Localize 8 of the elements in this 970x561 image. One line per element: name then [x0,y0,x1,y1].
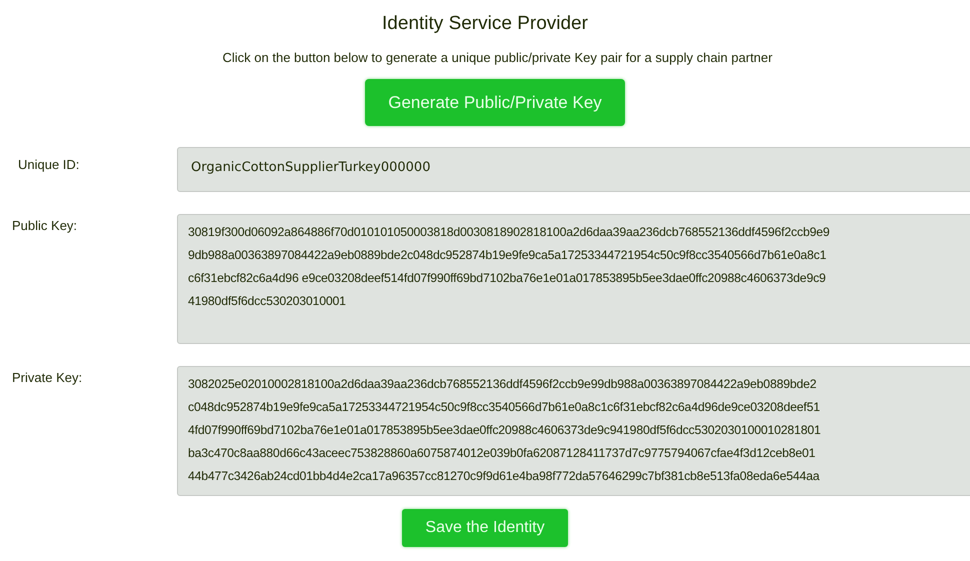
field-label: Public Key: [11,217,78,235]
text-field[interactable]: 30819f300d06092a864886f70d010101050003818d0030818902818100a2d6daa39aa236dcb768552136ddf4596f2ccb9e9 9db988a00363897084422a9eb0889bde2c048dc952874b19e9fe9ca5a17253344721954c50c9f8cc3540566d7b61e0a8c1 c6f31ebcf82c6a4d96 e9ce03208deef514fd07f990ff69bd7102ba76e1e01a017853895b5ee3dae0ffc20988c4606373de9c9 41980df5f6dcc530203010001 [177,214,970,344]
field-label: Private Key: [11,369,84,387]
instruction-text: Click on the button below to generate a unique public/private Key pair for a supply chain partner [222,50,774,65]
page-title: Identity Service Provider [381,12,589,36]
field-label: Unique ID: [17,156,80,174]
text-field[interactable]: OrganicCottonSupplierTurkey000000 [177,147,970,192]
text-field[interactable]: 3082025e02010002818100a2d6daa39aa236dcb768552136ddf4596f2ccb9e99db988a00363897084422a9eb0889bde2 c048dc952874b19e9fe9ca5a17253344721954c50c9f8cc3540566d7b61e0a8c1c6f31ebcf82c6a4d96de9ce03208deef51 4fd07f990ff69bd7102ba76e1e01a017853895b5ee3dae0ffc20988c4606373de9c941980df5f6dcc5302030100010281801 ba3c470c8aa880d66c43aceec753828860a6075874012e039b0fa62087128411737d7c9775794067cfae4f3d12ceb8e01 44b477c3426ab24cd01bb4d4e2ca17a96357cc81270c9f9d61e4ba98f772da57646299c7bf381cb8e513fa08eda6e544aa [177,366,970,496]
